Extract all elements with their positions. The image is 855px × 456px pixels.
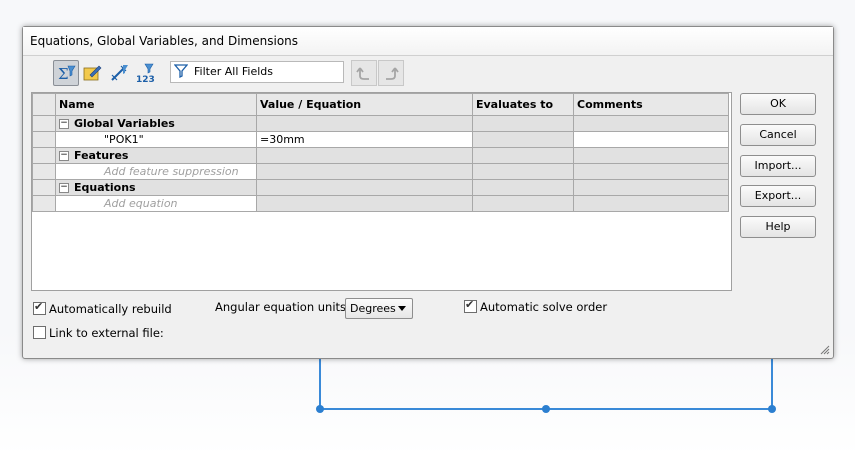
group-row-equations: − Equations	[32, 179, 729, 196]
column-header-evaluates[interactable]: Evaluates to	[472, 93, 574, 116]
empty-cell	[573, 147, 729, 164]
row-selector[interactable]	[32, 131, 56, 148]
filter-text: Filter All Fields	[194, 65, 273, 78]
empty-cell	[256, 195, 473, 212]
empty-cell	[472, 115, 574, 132]
auto-solve-checkbox[interactable]	[464, 298, 477, 313]
empty-cell	[256, 147, 473, 164]
row-selector[interactable]	[32, 179, 56, 196]
ok-button[interactable]: OK	[740, 93, 816, 115]
chevron-down-icon	[398, 306, 406, 311]
sketch-point[interactable]	[768, 405, 776, 413]
undo-button[interactable]	[351, 60, 377, 86]
equations-dialog: Equations, Global Variables, and Dimensi…	[22, 26, 834, 359]
column-header-value[interactable]: Value / Equation	[256, 93, 473, 116]
angular-units-value: Degrees	[350, 302, 396, 315]
value-equation-cell[interactable]: =30mm	[256, 131, 473, 148]
row-selector[interactable]	[32, 195, 56, 212]
comments-cell[interactable]	[573, 131, 729, 148]
empty-cell	[256, 163, 473, 180]
row-selector[interactable]	[32, 115, 56, 132]
group-cell: − Equations	[55, 179, 257, 196]
angular-units-select[interactable]: Degrees	[345, 298, 413, 319]
empty-cell	[256, 115, 473, 132]
empty-cell	[573, 179, 729, 196]
undo-icon	[356, 67, 369, 80]
dimension-view-icon[interactable]	[106, 60, 132, 86]
empty-cell	[472, 195, 574, 212]
evaluates-to-cell	[472, 131, 574, 148]
sketch-line-left[interactable]	[319, 355, 321, 409]
equation-view-icon[interactable]: Σ	[53, 60, 79, 86]
link-external-label: Link to external file:	[49, 326, 164, 340]
collapse-icon[interactable]: −	[59, 119, 69, 129]
auto-solve-label: Automatic solve order	[480, 300, 608, 314]
column-header-comments[interactable]: Comments	[573, 93, 729, 116]
ordered-view-icon[interactable]: 123	[133, 60, 159, 86]
group-label: Features	[74, 149, 129, 162]
dialog-title: Equations, Global Variables, and Dimensi…	[30, 34, 299, 48]
row-selector[interactable]	[32, 163, 56, 180]
collapse-icon[interactable]: −	[59, 151, 69, 161]
row-selector[interactable]	[32, 147, 56, 164]
redo-button[interactable]	[378, 60, 404, 86]
svg-text:Σ: Σ	[58, 65, 69, 83]
empty-cell	[573, 163, 729, 180]
grid-header: Name Value / Equation Evaluates to Comme…	[32, 93, 729, 116]
filter-icon	[174, 64, 188, 78]
empty-cell	[256, 179, 473, 196]
link-external-checkbox[interactable]	[33, 326, 46, 339]
group-row-features: − Features	[32, 147, 729, 164]
angular-units-label: Angular equation units:	[215, 300, 350, 314]
svg-text:123: 123	[136, 75, 155, 83]
group-cell: − Features	[55, 147, 257, 164]
add-equation-cell[interactable]: Add equation	[55, 195, 257, 212]
collapse-icon[interactable]: −	[59, 183, 69, 193]
sketch-point[interactable]	[316, 405, 324, 413]
dialog-titlebar[interactable]: Equations, Global Variables, and Dimensi…	[23, 27, 833, 56]
help-button[interactable]: Help	[740, 216, 816, 238]
auto-rebuild-checkbox[interactable]	[33, 300, 46, 315]
equations-grid: Name Value / Equation Evaluates to Comme…	[31, 92, 732, 291]
empty-cell	[472, 147, 574, 164]
sketch-point[interactable]	[542, 405, 550, 413]
group-row-global-variables: − Global Variables	[32, 115, 729, 132]
sketch-line-right[interactable]	[771, 355, 773, 409]
table-row: Add equation	[32, 195, 729, 212]
empty-cell	[573, 195, 729, 212]
column-header-name[interactable]: Name	[55, 93, 257, 116]
row-header-corner	[32, 93, 56, 116]
filter-field[interactable]: Filter All Fields	[170, 61, 344, 83]
table-row: "POK1" =30mm	[32, 131, 729, 148]
add-feature-suppression-cell[interactable]: Add feature suppression	[55, 163, 257, 180]
variable-name-cell[interactable]: "POK1"	[55, 131, 257, 148]
cancel-button[interactable]: Cancel	[740, 124, 816, 146]
empty-cell	[472, 179, 574, 196]
group-cell: − Global Variables	[55, 115, 257, 132]
empty-cell	[573, 115, 729, 132]
resize-grip-icon[interactable]	[818, 343, 830, 355]
import-button[interactable]: Import...	[740, 155, 816, 177]
group-label: Equations	[74, 181, 136, 194]
redo-icon	[386, 67, 399, 80]
group-label: Global Variables	[74, 117, 175, 130]
auto-rebuild-label: Automatically rebuild	[49, 302, 172, 316]
export-button[interactable]: Export...	[740, 185, 816, 207]
table-row: Add feature suppression	[32, 163, 729, 180]
sketch-equation-view-icon[interactable]	[79, 60, 105, 86]
empty-cell	[472, 163, 574, 180]
